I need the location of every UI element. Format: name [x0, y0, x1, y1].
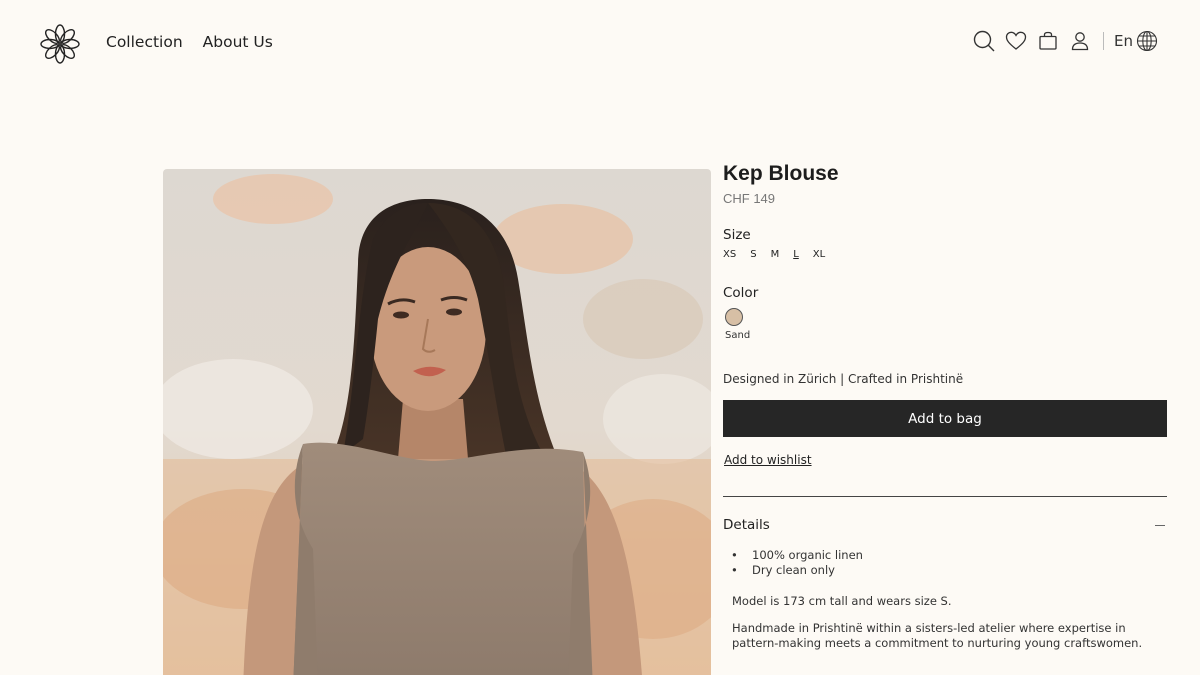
header-actions: En [973, 30, 1158, 52]
globe-icon [1136, 30, 1158, 52]
size-selector: XS S M L XL [723, 249, 839, 260]
size-option-xl[interactable]: XL [813, 249, 825, 260]
size-label: Size [723, 227, 751, 243]
details-accordion-header[interactable]: Details [723, 517, 1167, 533]
nav-collection[interactable]: Collection [106, 33, 183, 51]
product-price: CHF 149 [723, 191, 776, 206]
divider [1103, 32, 1105, 50]
size-option-m[interactable]: M [771, 249, 780, 260]
product-title: Kep Blouse [723, 162, 839, 185]
heart-icon[interactable] [1005, 30, 1027, 52]
size-option-l[interactable]: L [793, 249, 799, 260]
details-list: 100% organic linen Dry clean only [731, 548, 863, 578]
details-label: Details [723, 517, 770, 533]
main-nav: Collection About Us [106, 33, 273, 51]
handmade-note: Handmade in Prishtinë within a sisters-l… [732, 621, 1143, 650]
product-info: Kep Blouse CHF 149 Size XS S M L XL Colo… [723, 160, 1167, 650]
add-to-bag-button[interactable]: Add to bag [723, 400, 1167, 437]
add-to-wishlist-link[interactable]: Add to wishlist [724, 453, 812, 467]
color-name: Sand [725, 330, 751, 341]
nav-about-us[interactable]: About Us [203, 33, 273, 51]
flower-logo-icon[interactable] [40, 24, 80, 64]
size-option-s[interactable]: S [750, 249, 756, 260]
language-switcher[interactable]: En [1114, 30, 1158, 52]
collapse-icon[interactable] [1155, 524, 1165, 526]
color-swatch-sand[interactable] [725, 308, 743, 326]
list-item: 100% organic linen [731, 548, 863, 563]
section-divider [723, 496, 1167, 497]
search-icon[interactable] [973, 30, 995, 52]
size-option-xs[interactable]: XS [723, 249, 736, 260]
product-image[interactable] [163, 169, 711, 675]
language-label: En [1114, 32, 1133, 50]
origin-text: Designed in Zürich | Crafted in Prishtin… [723, 372, 964, 386]
bag-icon[interactable] [1037, 30, 1059, 52]
color-label: Color [723, 285, 759, 301]
model-note: Model is 173 cm tall and wears size S. [732, 594, 952, 608]
user-icon[interactable] [1069, 30, 1091, 52]
list-item: Dry clean only [731, 563, 863, 578]
